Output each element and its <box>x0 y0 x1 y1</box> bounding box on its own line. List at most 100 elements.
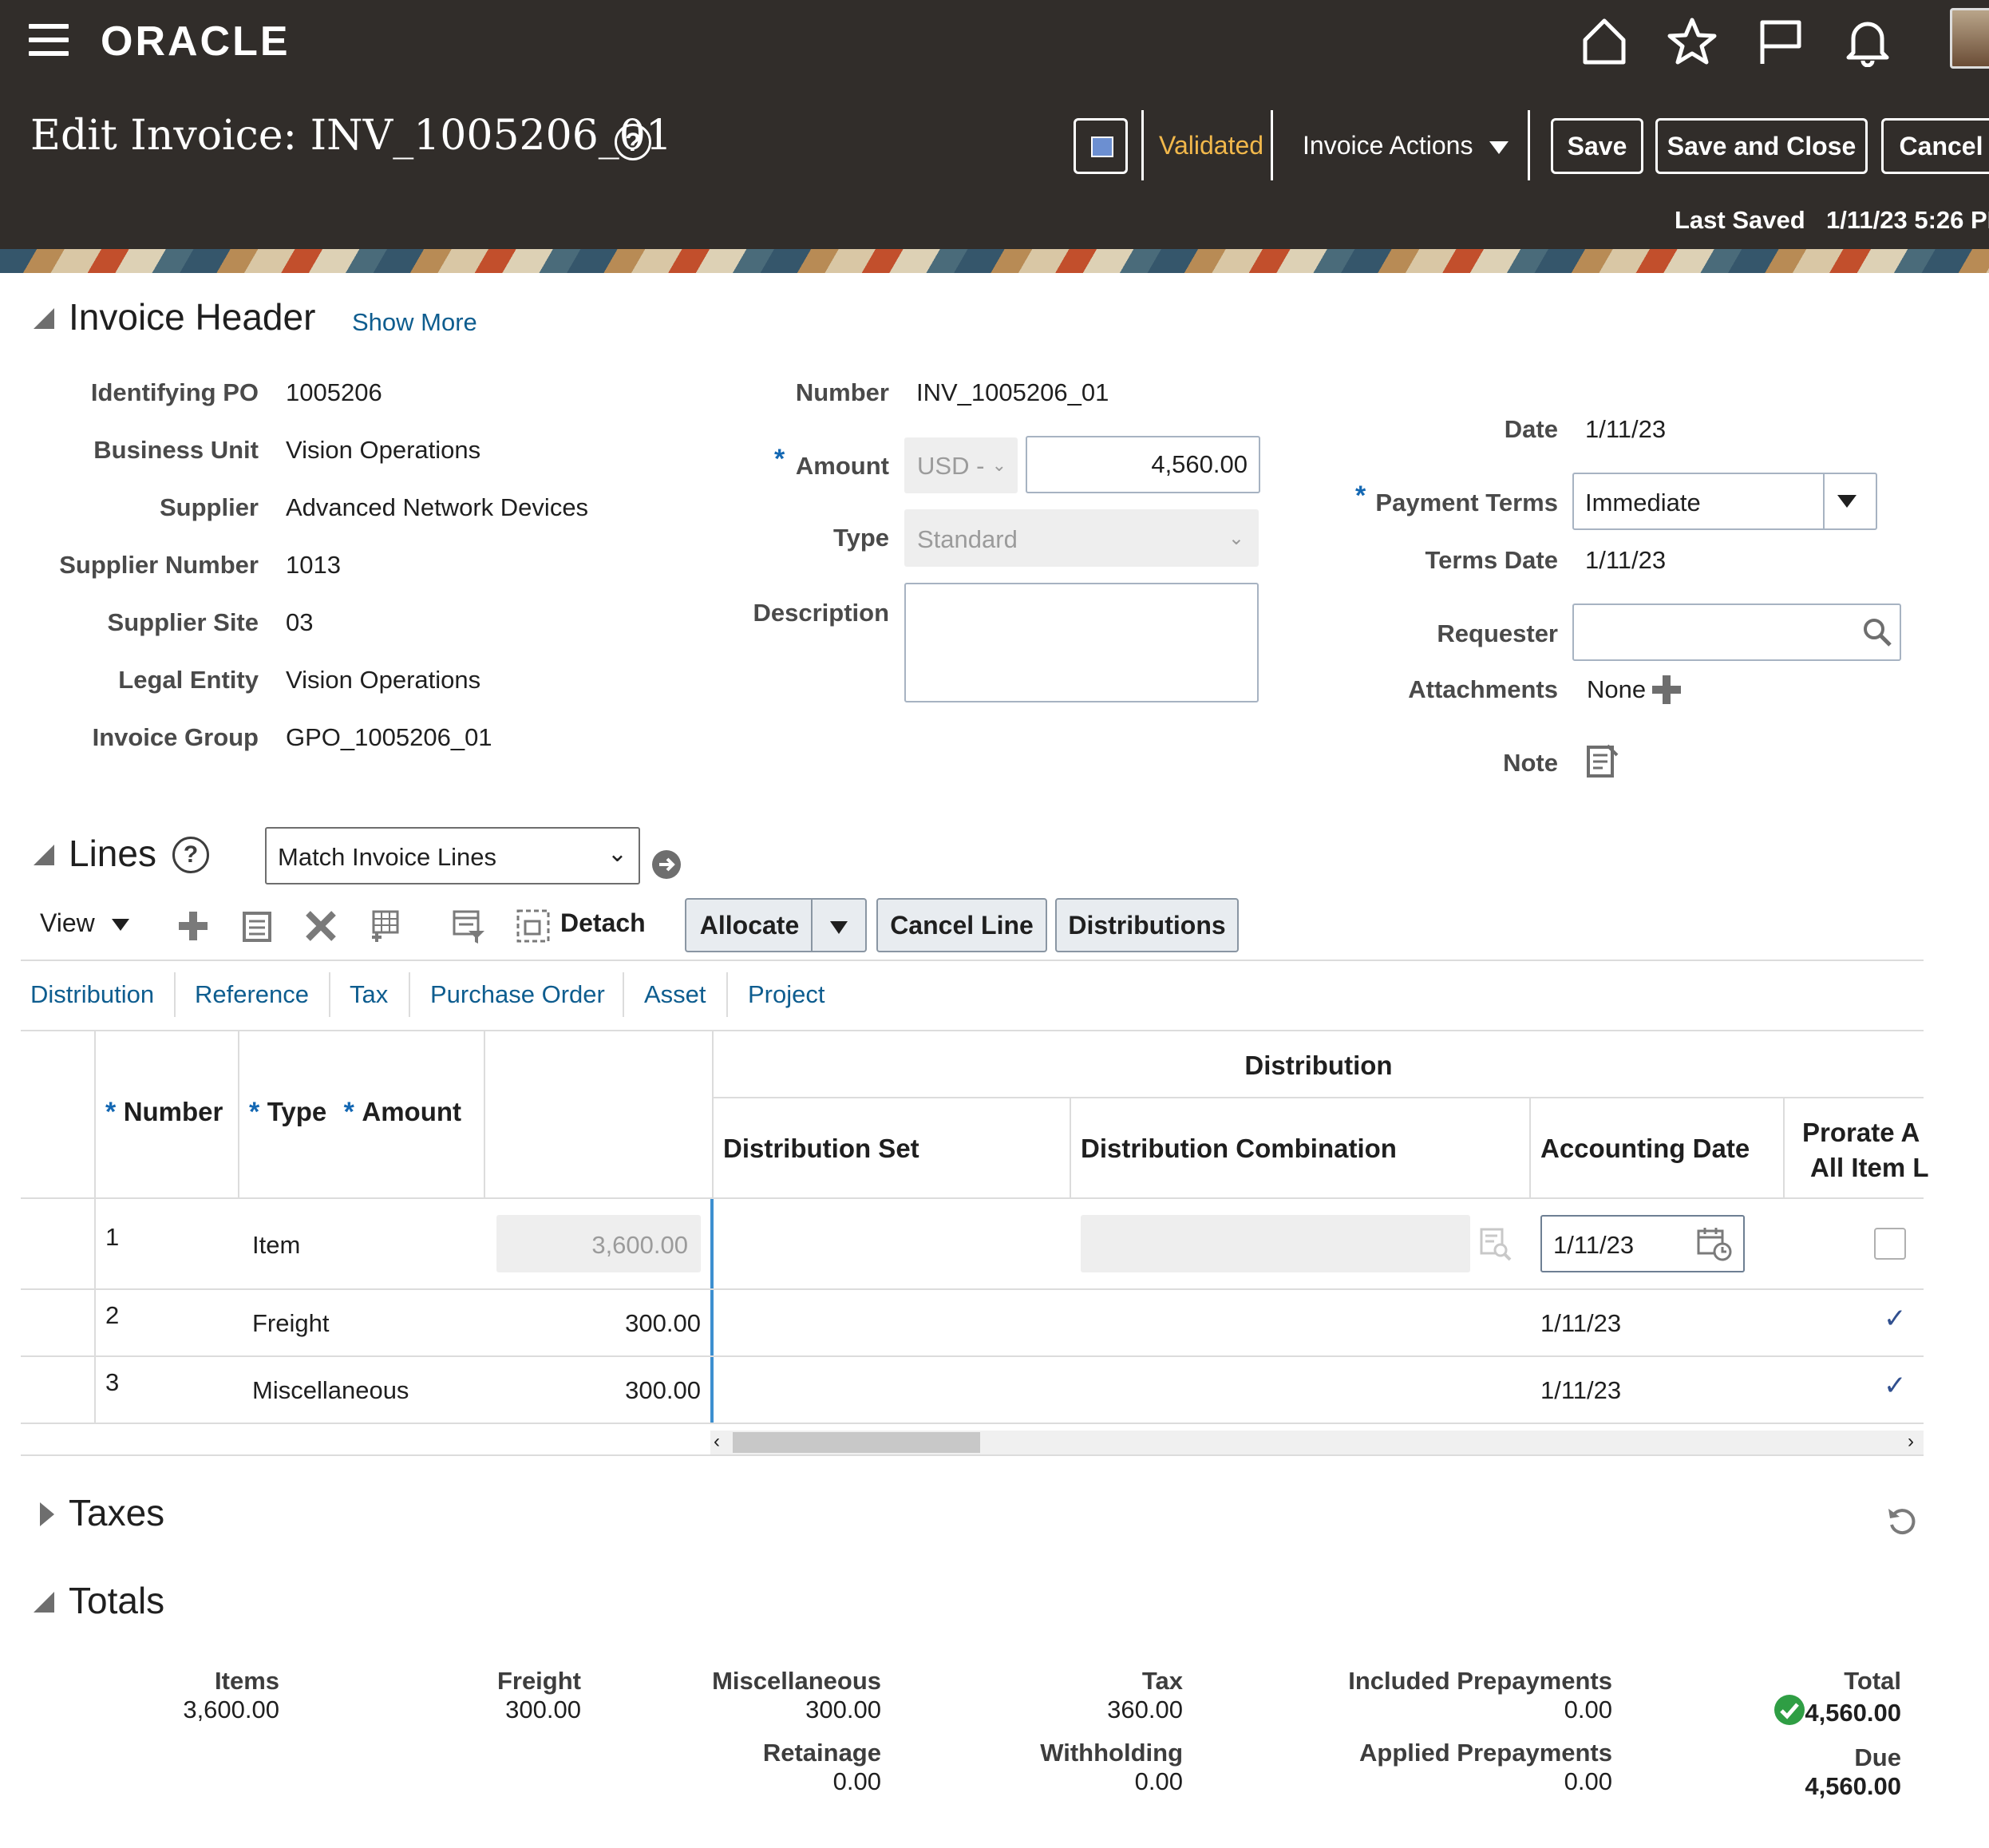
collapse-invoice-header-icon[interactable] <box>32 307 56 330</box>
scrollbar-thumb[interactable] <box>733 1432 980 1453</box>
type-label: Type <box>832 524 889 552</box>
totals-title: Totals <box>69 1580 165 1621</box>
line-amount-input: 3,600.00 <box>496 1215 701 1272</box>
duplicate-line-icon[interactable] <box>239 908 275 944</box>
line-amount-cell: 300.00 <box>625 1309 701 1337</box>
tab-reference[interactable]: Reference <box>195 980 309 1009</box>
calculator-icon <box>1091 137 1113 157</box>
user-avatar[interactable] <box>1950 8 1989 69</box>
add-line-icon[interactable] <box>176 908 211 944</box>
calendar-icon[interactable] <box>1697 1226 1732 1261</box>
lines-title: Lines <box>69 833 156 874</box>
distribution-set-column-header[interactable]: Distribution Set <box>723 1134 919 1164</box>
show-more-link[interactable]: Show More <box>352 308 477 337</box>
horizontal-scrollbar[interactable]: ‹ › <box>710 1431 1924 1454</box>
save-button[interactable]: Save <box>1551 118 1643 174</box>
divider <box>714 1097 1924 1098</box>
payment-terms-select[interactable]: Immediate <box>1572 473 1877 530</box>
amount-label: Amount <box>795 452 889 480</box>
tab-divider <box>409 972 410 1017</box>
table-row[interactable]: 3 Miscellaneous 300.00 1/11/23 ✓ <box>21 1357 1924 1424</box>
divider <box>1823 474 1825 528</box>
freight-total-label: Freight <box>496 1667 581 1695</box>
frozen-column-edge <box>710 1290 714 1357</box>
collapse-lines-icon[interactable] <box>32 843 56 867</box>
currency-select: USD - ⌄ <box>904 437 1018 493</box>
prorate-check-icon: ✓ <box>1884 1304 1907 1334</box>
home-icon[interactable] <box>1579 16 1630 67</box>
accounting-date-column-header[interactable]: Accounting Date <box>1540 1134 1750 1164</box>
table-row[interactable]: 2 Freight 300.00 1/11/23 ✓ <box>21 1290 1924 1357</box>
cancel-button[interactable]: Cancel <box>1881 118 1989 174</box>
supplier-site-value: 03 <box>286 608 314 636</box>
line-number-cell: 2 <box>105 1301 120 1329</box>
chevron-down-icon: ⌄ <box>1228 528 1244 549</box>
column-divider <box>1783 1097 1785 1199</box>
view-menu[interactable]: View <box>40 908 129 938</box>
collapse-totals-icon[interactable] <box>32 1590 56 1614</box>
frozen-column-edge <box>710 1357 714 1424</box>
detach-icon[interactable] <box>516 908 551 944</box>
validation-status[interactable]: Validated <box>1159 131 1263 160</box>
prorate-column-header[interactable]: Prorate A All Item L <box>1802 1118 1929 1183</box>
watchlist-flag-icon[interactable] <box>1754 16 1805 67</box>
refresh-icon[interactable] <box>1885 1506 1917 1537</box>
freeze-columns-icon[interactable] <box>367 908 402 944</box>
scroll-right-icon[interactable]: › <box>1908 1431 1914 1453</box>
tab-tax[interactable]: Tax <box>350 980 388 1009</box>
notifications-bell-icon[interactable] <box>1842 16 1893 67</box>
miscellaneous-total-label: Miscellaneous <box>712 1667 881 1695</box>
add-attachment-icon[interactable] <box>1651 674 1683 706</box>
detach-button[interactable]: Detach <box>560 908 646 938</box>
invoice-actions-menu[interactable]: Invoice Actions <box>1303 131 1509 160</box>
match-invoice-lines-select[interactable]: Match Invoice Lines ⌄ <box>265 827 640 884</box>
legal-entity-value: Vision Operations <box>286 666 481 694</box>
tax-total-label: Tax <box>1141 1667 1183 1695</box>
expand-taxes-icon[interactable] <box>38 1501 56 1528</box>
invoice-header-title: Invoice Header <box>69 296 316 338</box>
divider <box>21 1454 1924 1456</box>
tab-purchase-order[interactable]: Purchase Order <box>430 980 605 1009</box>
note-icon[interactable] <box>1587 744 1619 778</box>
tax-total-value: 360.00 <box>1107 1696 1183 1723</box>
terms-date-label: Terms Date <box>1425 546 1558 574</box>
favorites-star-icon[interactable] <box>1667 16 1718 67</box>
supplier-number-label: Supplier Number <box>59 551 259 579</box>
caret-down-icon <box>1489 140 1509 154</box>
distribution-combination-column-header[interactable]: Distribution Combination <box>1081 1134 1397 1164</box>
navigator-menu-icon[interactable] <box>29 24 69 56</box>
allocate-button[interactable]: Allocate <box>685 898 813 952</box>
combination-search-icon[interactable] <box>1480 1226 1512 1261</box>
tab-distribution[interactable]: Distribution <box>30 980 154 1009</box>
tab-asset[interactable]: Asset <box>644 980 706 1009</box>
save-and-close-button[interactable]: Save and Close <box>1655 118 1868 174</box>
invoice-total-value: 4,560.00 <box>1805 1699 1901 1727</box>
go-arrow-icon[interactable] <box>651 849 682 880</box>
date-label: Date <box>1504 415 1558 443</box>
tab-project[interactable]: Project <box>748 980 824 1009</box>
delete-line-icon[interactable] <box>303 908 338 944</box>
amount-column-header[interactable]: * Amount <box>260 1097 461 1128</box>
terms-date-value: 1/11/23 <box>1585 546 1667 574</box>
identifying-po-value: 1005206 <box>286 378 382 406</box>
number-column-header[interactable]: * Number <box>105 1097 223 1128</box>
search-icon[interactable] <box>1861 616 1893 648</box>
description-textarea[interactable] <box>904 583 1259 702</box>
query-by-example-icon[interactable] <box>451 908 486 944</box>
table-row[interactable]: 1 Item 3,600.00 1/11/23 <box>21 1199 1924 1290</box>
amount-input[interactable]: 4,560.00 <box>1026 436 1260 493</box>
column-divider <box>94 1199 96 1290</box>
cancel-line-button[interactable]: Cancel Line <box>876 898 1047 952</box>
applied-prepayments-value: 0.00 <box>1564 1767 1612 1795</box>
help-icon[interactable]: ? <box>172 837 209 873</box>
caret-down-icon <box>830 920 848 934</box>
requester-input[interactable] <box>1572 603 1901 661</box>
dropdown-arrow-icon[interactable] <box>1837 495 1857 508</box>
help-icon[interactable]: ? <box>615 124 651 160</box>
prorate-checkbox[interactable] <box>1874 1228 1906 1260</box>
calculate-button[interactable] <box>1074 118 1128 174</box>
scroll-left-icon[interactable]: ‹ <box>714 1431 720 1453</box>
frozen-column-edge <box>710 1199 714 1290</box>
distributions-button[interactable]: Distributions <box>1055 898 1239 952</box>
allocate-menu-button[interactable] <box>811 898 867 952</box>
